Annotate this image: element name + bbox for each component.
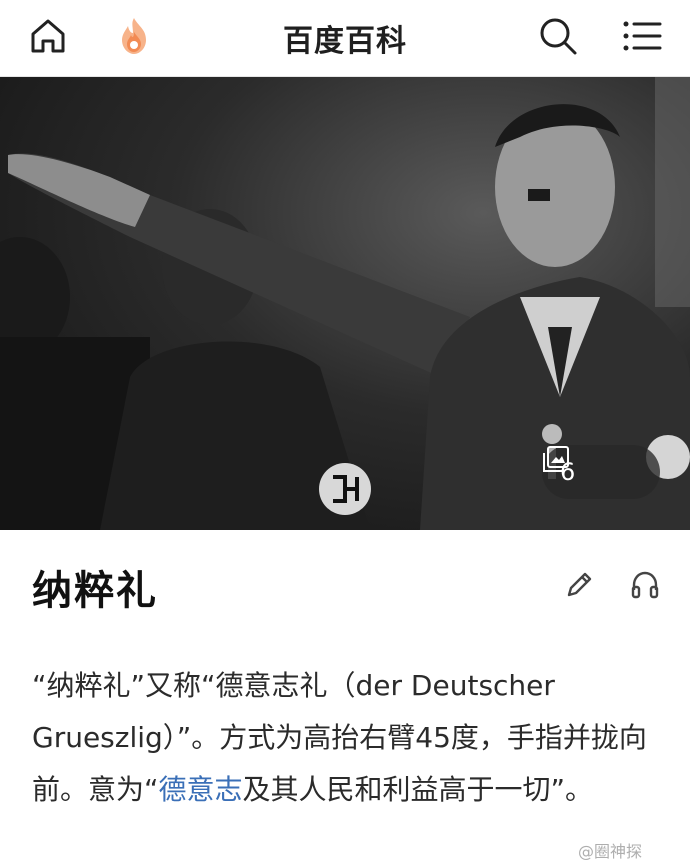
top-nav-bar: 百度百科	[0, 0, 690, 77]
summary-text-end: 及其人民和利益高于一切”。	[242, 773, 594, 806]
deutschland-link[interactable]: 德意志	[159, 773, 243, 806]
image-gallery-icon	[543, 446, 569, 472]
hero-photo[interactable]: 6	[0, 77, 690, 530]
article-summary: “纳粹礼”又称“德意志礼（der Deutscher Grueszlig）”。方…	[32, 660, 662, 816]
headphones-icon[interactable]	[628, 568, 662, 602]
weibo-watermark: @圈神探	[578, 842, 643, 861]
gallery-count-badge[interactable]: 6	[542, 445, 660, 499]
search-icon[interactable]	[536, 14, 580, 58]
site-title: 百度百科	[283, 24, 407, 59]
article-title: 纳粹礼	[32, 568, 158, 614]
menu-list-icon[interactable]	[620, 16, 664, 56]
pencil-icon[interactable]	[562, 568, 596, 602]
